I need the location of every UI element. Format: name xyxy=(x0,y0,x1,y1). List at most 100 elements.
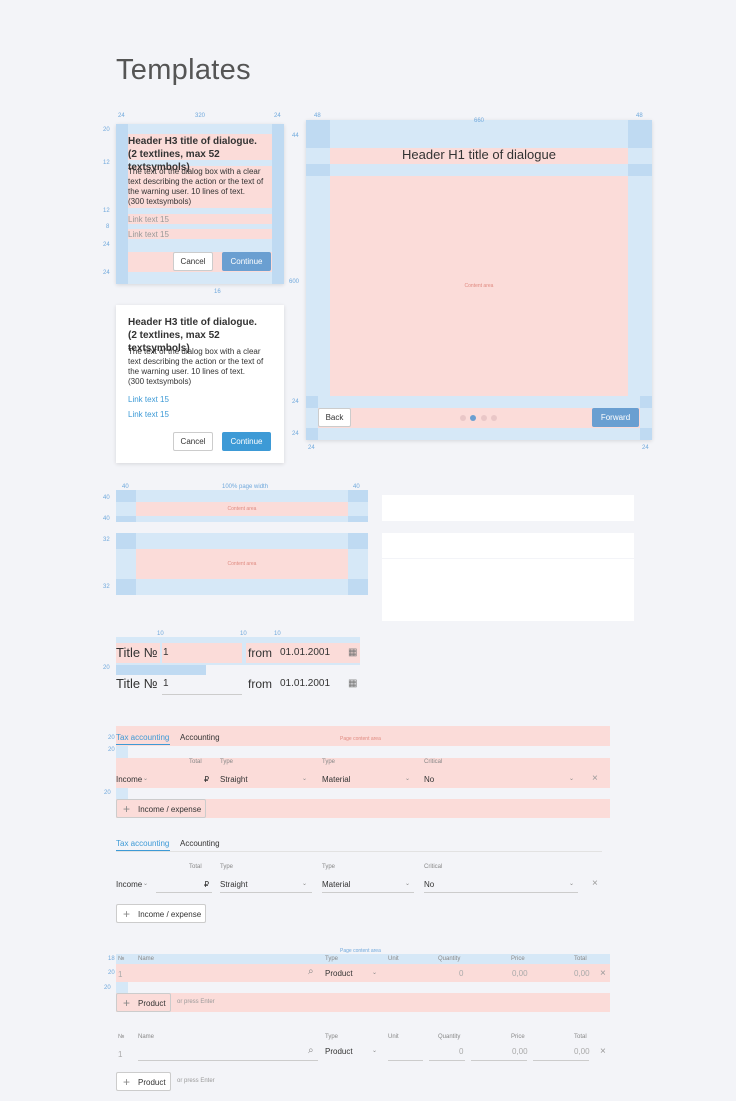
income-select[interactable]: Income xyxy=(116,880,142,889)
dialog-body-line1: The text of the dialog box with a clear xyxy=(128,167,261,176)
date-input[interactable]: 01.01.2001 xyxy=(280,647,330,658)
pager-dot[interactable] xyxy=(481,415,487,421)
products-guides: № Name Type Unit Quantity Price Total 1 … xyxy=(116,954,610,1012)
dialog-link-1[interactable]: Link text 15 xyxy=(128,395,169,404)
row-number: 1 xyxy=(118,1050,123,1059)
column-header: Total xyxy=(189,759,202,765)
tab-tax-accounting[interactable]: Tax accounting xyxy=(116,733,169,742)
measure-label: 20 xyxy=(103,665,110,671)
measure-label: 660 xyxy=(474,118,485,124)
calendar-icon[interactable]: ▦ xyxy=(348,678,357,689)
title-label: Title № xyxy=(116,676,158,691)
cancel-button[interactable]: Cancel xyxy=(173,432,213,451)
plus-icon: + xyxy=(123,1075,131,1089)
title-row: Title № 1 from 01.01.2001 ▦ xyxy=(116,673,360,697)
close-icon[interactable]: × xyxy=(592,878,598,889)
pager-dot[interactable] xyxy=(460,415,466,421)
dialog-body-line2: text describing the action or the text o… xyxy=(128,177,264,186)
currency-sign: ₽ xyxy=(204,880,210,889)
date-input[interactable]: 01.01.2001 xyxy=(280,678,330,689)
white-panel-3 xyxy=(382,559,634,621)
chevron-down-icon: ⌄ xyxy=(143,881,149,887)
column-header: Unit xyxy=(388,956,399,962)
column-header: Name xyxy=(138,1034,155,1040)
column-header: Type xyxy=(220,759,234,765)
type-select[interactable]: Product xyxy=(325,969,353,978)
white-panel-1 xyxy=(382,495,634,521)
close-icon[interactable]: × xyxy=(600,968,606,979)
type-select[interactable]: Product xyxy=(325,1047,353,1056)
column-header: Total xyxy=(189,864,202,870)
dialog-link-2[interactable]: Link text 15 xyxy=(128,230,169,239)
column-header: Price xyxy=(511,1034,525,1040)
column-header: Type xyxy=(325,1034,339,1040)
measure-label: 20 xyxy=(108,747,115,753)
search-icon[interactable]: ⌕ xyxy=(308,966,314,977)
from-label: from xyxy=(248,646,272,660)
add-income-label: Income / expense xyxy=(138,805,202,814)
tab-tax-accounting[interactable]: Tax accounting xyxy=(116,839,169,848)
critical-select[interactable]: No xyxy=(424,880,434,889)
forward-button[interactable]: Forward xyxy=(592,408,639,427)
chevron-down-icon: ⌄ xyxy=(302,776,308,782)
column-header: Critical xyxy=(424,759,443,765)
title-label: Title № xyxy=(116,645,158,660)
quantity-field[interactable]: 0 xyxy=(459,969,463,978)
income-select[interactable]: Income xyxy=(116,775,142,784)
column-header: Type xyxy=(322,759,336,765)
dialog-link-1[interactable]: Link text 15 xyxy=(128,215,169,224)
pager-dots xyxy=(460,415,500,421)
tab-accounting[interactable]: Accounting xyxy=(180,839,220,848)
price-field[interactable]: 0,00 xyxy=(512,1047,528,1056)
type2-select[interactable]: Material xyxy=(322,775,350,784)
column-header: Quantity xyxy=(438,1034,461,1040)
measure-label: 20 xyxy=(108,970,115,976)
add-income-button[interactable]: + Income / expense xyxy=(116,799,206,818)
close-icon[interactable]: × xyxy=(600,1046,606,1057)
critical-select[interactable]: No xyxy=(424,775,434,784)
continue-button[interactable]: Continue xyxy=(222,252,271,271)
dialog-body-line1: The text of the dialog box with a clear xyxy=(128,347,261,356)
type2-select[interactable]: Material xyxy=(322,880,350,889)
measure-label: 48 xyxy=(636,113,643,119)
measure-label: 24 xyxy=(103,270,110,276)
measure-label: 20 xyxy=(104,790,111,796)
chevron-down-icon: ⌄ xyxy=(372,970,378,976)
number-input[interactable]: 1 xyxy=(163,647,169,658)
type-select[interactable]: Straight xyxy=(220,775,248,784)
add-product-label: Product xyxy=(138,999,166,1008)
search-icon[interactable]: ⌕ xyxy=(308,1045,314,1056)
measure-label: 24 xyxy=(642,445,649,451)
pager-dot-active[interactable] xyxy=(470,415,476,421)
chevron-down-icon: ⌄ xyxy=(302,881,308,887)
add-income-button[interactable]: + Income / expense xyxy=(116,904,206,923)
measure-label: 12 xyxy=(103,208,110,214)
measure-label: 18 xyxy=(108,956,115,962)
add-product-button[interactable]: + Product xyxy=(116,1072,171,1091)
dialog-body-line3: the warning user. 10 lines of text. xyxy=(128,367,245,376)
number-input[interactable]: 1 xyxy=(163,678,169,689)
cancel-button[interactable]: Cancel xyxy=(173,252,213,271)
continue-button[interactable]: Continue xyxy=(222,432,271,451)
column-header: Name xyxy=(138,956,155,962)
chevron-down-icon: ⌄ xyxy=(372,1048,378,1054)
add-product-button[interactable]: + Product xyxy=(116,993,171,1012)
dialog-link-2[interactable]: Link text 15 xyxy=(128,410,169,419)
price-field[interactable]: 0,00 xyxy=(512,969,528,978)
measure-label: 44 xyxy=(292,133,299,139)
pager-dot[interactable] xyxy=(491,415,497,421)
column-header: Critical xyxy=(424,864,443,870)
add-product-label: Product xyxy=(138,1078,166,1087)
calendar-icon[interactable]: ▦ xyxy=(348,647,357,658)
measure-label: 600 xyxy=(289,279,300,285)
from-label: from xyxy=(248,677,272,691)
tab-accounting[interactable]: Accounting xyxy=(180,733,220,742)
close-icon[interactable]: × xyxy=(592,773,598,784)
type-select[interactable]: Straight xyxy=(220,880,248,889)
measure-label: 12 xyxy=(103,160,110,166)
currency-sign: ₽ xyxy=(204,775,210,784)
back-button[interactable]: Back xyxy=(318,408,351,427)
column-header: Type xyxy=(322,864,336,870)
quantity-field[interactable]: 0 xyxy=(459,1047,463,1056)
column-header: Total xyxy=(574,956,587,962)
